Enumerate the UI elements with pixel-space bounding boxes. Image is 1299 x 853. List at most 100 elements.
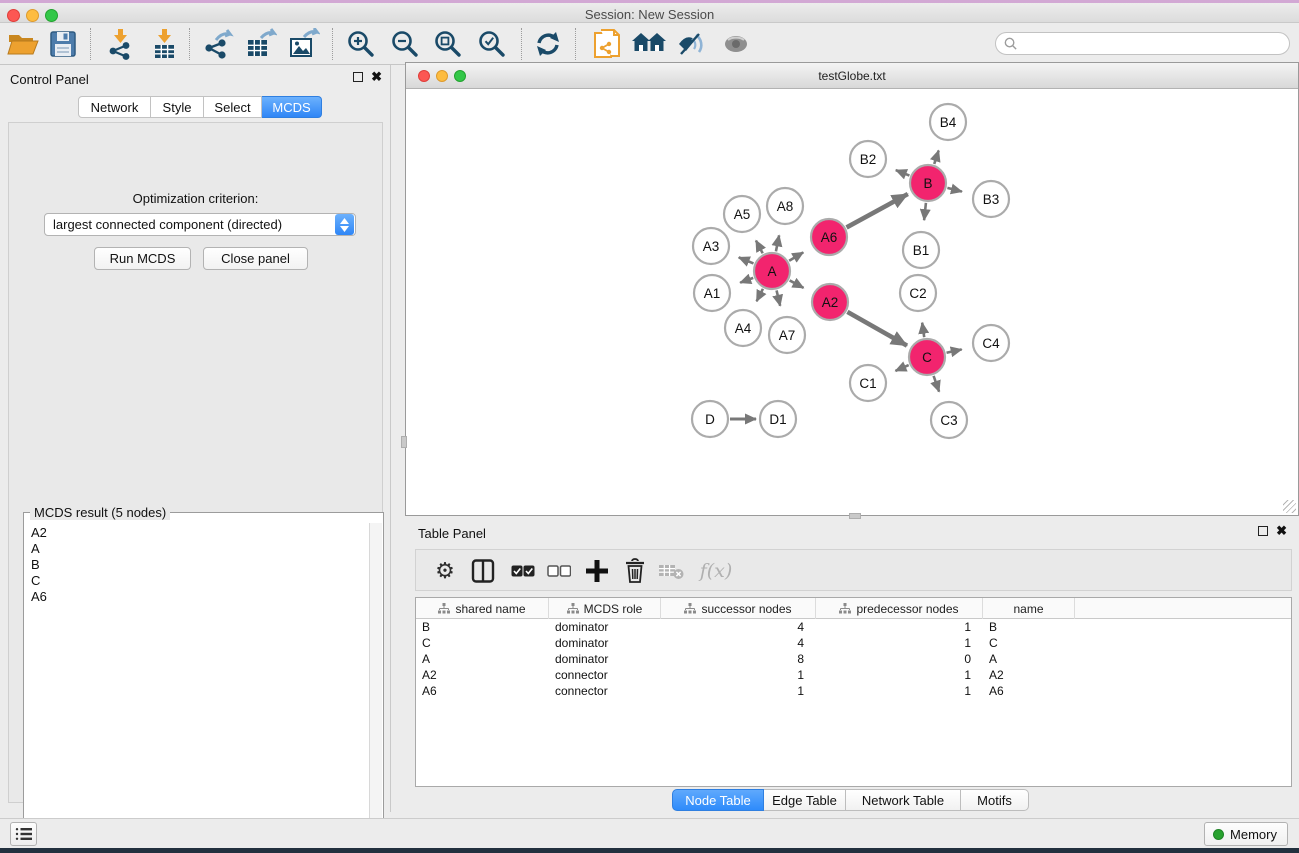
column-header-successor-nodes[interactable]: successor nodes	[661, 598, 816, 619]
export-image-icon[interactable]	[287, 27, 321, 61]
graph-node-A5[interactable]: A5	[724, 196, 760, 232]
cell-name[interactable]: A6	[983, 683, 1075, 699]
graph-node-D1[interactable]: D1	[760, 401, 796, 437]
cell-name[interactable]: C	[983, 635, 1075, 651]
graph-node-A1[interactable]: A1	[694, 275, 730, 311]
tab-mcds[interactable]: MCDS	[262, 96, 322, 118]
float-panel-icon[interactable]	[353, 72, 363, 82]
main-titlebar[interactable]: Session: New Session	[0, 3, 1299, 23]
cell-predecessor-nodes[interactable]: 1	[816, 619, 983, 635]
splitter-handle-left[interactable]	[401, 436, 407, 448]
graph-node-A[interactable]: A	[754, 253, 790, 289]
home-overview-icon[interactable]	[632, 27, 666, 61]
edge-A-A3[interactable]	[739, 257, 754, 263]
edge-B-B1[interactable]	[924, 203, 926, 220]
hide-details-icon[interactable]	[674, 27, 708, 61]
graph-node-B2[interactable]: B2	[850, 141, 886, 177]
tab-node-table[interactable]: Node Table	[672, 789, 764, 811]
column-header-name[interactable]: name	[983, 598, 1075, 619]
edge-B-B3[interactable]	[947, 188, 962, 192]
table-header-row[interactable]: shared nameMCDS rolesuccessor nodesprede…	[416, 598, 1291, 619]
edge-A-A8[interactable]	[776, 235, 779, 251]
table-row[interactable]: Bdominator41B	[416, 619, 1291, 635]
network-document-icon[interactable]	[590, 27, 624, 61]
search-input[interactable]	[1022, 37, 1289, 51]
float-table-panel-icon[interactable]	[1258, 526, 1268, 536]
cell-MCDS-role[interactable]: dominator	[549, 651, 661, 667]
import-table-icon[interactable]	[147, 27, 181, 61]
network-graph[interactable]: B4B2BB3A8A5A6A3B1AA1C2A2A4A7C4CC1C3DD1	[407, 90, 1297, 515]
graph-node-C[interactable]: C	[909, 339, 945, 375]
memory-button[interactable]: Memory	[1204, 822, 1288, 846]
select-all-icon[interactable]	[506, 554, 540, 588]
cell-successor-nodes[interactable]: 8	[661, 651, 816, 667]
table-row[interactable]: Adominator80A	[416, 651, 1291, 667]
column-header-predecessor-nodes[interactable]: predecessor nodes	[816, 598, 983, 619]
graph-node-D[interactable]: D	[692, 401, 728, 437]
edge-C-C2[interactable]	[922, 323, 924, 337]
column-layout-icon[interactable]	[466, 554, 500, 588]
tab-edge-table[interactable]: Edge Table	[764, 789, 846, 811]
cell-predecessor-nodes[interactable]: 0	[816, 651, 983, 667]
cell-shared-name[interactable]: A6	[416, 683, 549, 699]
delete-table-icon[interactable]	[654, 554, 688, 588]
zoom-fit-icon[interactable]	[431, 27, 465, 61]
zoom-in-icon[interactable]	[344, 27, 378, 61]
cell-MCDS-role[interactable]: dominator	[549, 619, 661, 635]
edge-A6-B[interactable]	[847, 194, 908, 227]
cell-successor-nodes[interactable]: 4	[661, 635, 816, 651]
cell-name[interactable]: B	[983, 619, 1075, 635]
search-field[interactable]	[995, 32, 1290, 55]
table-settings-gear-icon[interactable]: ⚙	[428, 554, 462, 588]
cell-MCDS-role[interactable]: connector	[549, 683, 661, 699]
run-mcds-button[interactable]: Run MCDS	[94, 247, 191, 270]
zoom-selected-icon[interactable]	[475, 27, 509, 61]
edge-B-B4[interactable]	[934, 151, 938, 164]
network-window-titlebar[interactable]: testGlobe.txt	[406, 63, 1298, 89]
graph-node-C3[interactable]: C3	[931, 402, 967, 438]
graph-node-C2[interactable]: C2	[900, 275, 936, 311]
mcds-result-item[interactable]: A	[31, 541, 370, 557]
close-table-panel-icon[interactable]: ✖	[1276, 526, 1287, 536]
tab-motifs[interactable]: Motifs	[961, 789, 1029, 811]
cell-predecessor-nodes[interactable]: 1	[816, 667, 983, 683]
cell-predecessor-nodes[interactable]: 1	[816, 635, 983, 651]
tab-style[interactable]: Style	[151, 96, 204, 118]
edge-A2-C[interactable]	[847, 312, 907, 346]
splitter-handle-bottom[interactable]	[849, 513, 861, 519]
export-network-icon[interactable]	[201, 27, 235, 61]
mcds-result-item[interactable]: B	[31, 557, 370, 573]
add-column-icon[interactable]	[580, 554, 614, 588]
edge-C-C4[interactable]	[947, 349, 962, 352]
close-panel-icon[interactable]: ✖	[371, 72, 382, 82]
cell-successor-nodes[interactable]: 4	[661, 619, 816, 635]
unselect-all-icon[interactable]	[542, 554, 576, 588]
mcds-result-list[interactable]: A2ABCA6	[25, 523, 370, 851]
cell-predecessor-nodes[interactable]: 1	[816, 683, 983, 699]
edge-A-A1[interactable]	[740, 278, 753, 283]
window-resize-grip[interactable]	[1283, 500, 1296, 513]
mcds-result-scrollbar[interactable]	[369, 523, 382, 851]
network-canvas[interactable]: B4B2BB3A8A5A6A3B1AA1C2A2A4A7C4CC1C3DD1	[407, 90, 1297, 515]
cell-name[interactable]: A	[983, 651, 1075, 667]
edge-A-A6[interactable]	[789, 252, 803, 260]
edge-A-A4[interactable]	[757, 289, 763, 301]
dropdown-stepper[interactable]	[335, 214, 354, 235]
graph-node-A8[interactable]: A8	[767, 188, 803, 224]
zoom-out-icon[interactable]	[388, 27, 422, 61]
table-body[interactable]: Bdominator41BCdominator41CAdominator80AA…	[416, 619, 1291, 699]
tab-network[interactable]: Network	[78, 96, 151, 118]
export-table-icon[interactable]	[244, 27, 278, 61]
edge-C-C3[interactable]	[934, 376, 940, 392]
cell-MCDS-role[interactable]: dominator	[549, 635, 661, 651]
close-panel-button[interactable]: Close panel	[203, 247, 308, 270]
save-session-icon[interactable]	[46, 27, 80, 61]
table-row[interactable]: Cdominator41C	[416, 635, 1291, 651]
column-header-MCDS-role[interactable]: MCDS role	[549, 598, 661, 619]
graph-node-B4[interactable]: B4	[930, 104, 966, 140]
tab-network-table[interactable]: Network Table	[846, 789, 961, 811]
graph-node-B1[interactable]: B1	[903, 232, 939, 268]
refresh-icon[interactable]	[531, 27, 565, 61]
graph-node-A2[interactable]: A2	[812, 284, 848, 320]
table-row[interactable]: A6connector11A6	[416, 683, 1291, 699]
